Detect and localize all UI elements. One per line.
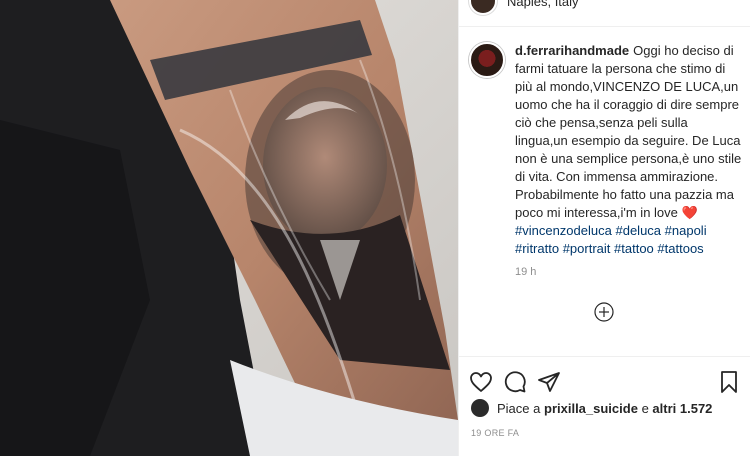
caption-username[interactable]: d.ferrarihandmade — [515, 43, 629, 58]
hashtag-link[interactable]: #portrait — [563, 241, 611, 256]
post-sidebar: Naples, Italy d.ferrarihandmade Oggi ho d… — [458, 0, 750, 456]
caption-timestamp: 19 h — [515, 266, 537, 278]
liker-avatar[interactable] — [471, 399, 489, 417]
post-date: 19 ORE FA — [471, 428, 520, 438]
location-link[interactable]: Naples, Italy — [507, 0, 579, 9]
likes-prefix: Piace a — [497, 400, 541, 416]
likes-joiner: e — [641, 400, 649, 416]
tattoo-photo-illustration — [0, 0, 458, 456]
caption-body: Oggi ho deciso di farmi tatuare la perso… — [515, 43, 742, 220]
likes-summary: Piace a prixilla_suicide e altri 1.572 — [471, 399, 712, 417]
hashtag-link[interactable]: #vincenzodeluca — [515, 223, 612, 238]
hashtag-link[interactable]: #tattoos — [657, 241, 703, 256]
action-bar — [469, 370, 741, 394]
caption-avatar[interactable] — [469, 42, 505, 78]
post-photo[interactable] — [0, 0, 458, 456]
hashtag-link[interactable]: #ritratto — [515, 241, 559, 256]
post-header: Naples, Italy — [469, 0, 579, 15]
heart-icon[interactable] — [469, 370, 493, 394]
likes-others-link[interactable]: altri 1.572 — [652, 401, 712, 416]
hashtag-list: #vincenzodeluca #deluca #napoli #ritratt… — [515, 222, 744, 258]
hashtag-link[interactable]: #deluca — [615, 223, 661, 238]
author-avatar[interactable] — [469, 0, 497, 15]
hashtag-link[interactable]: #tattoo — [614, 241, 654, 256]
caption-block: d.ferrarihandmade Oggi ho deciso di farmi… — [469, 42, 744, 258]
divider — [459, 26, 750, 27]
comment-bubble-icon[interactable] — [503, 370, 527, 394]
heart-emoji: ❤️ — [681, 205, 698, 220]
bookmark-icon[interactable] — [717, 370, 741, 394]
caption-text: d.ferrarihandmade Oggi ho deciso di farmi… — [515, 42, 744, 258]
liked-by-username[interactable]: prixilla_suicide — [544, 401, 638, 416]
hashtag-link[interactable]: #napoli — [665, 223, 707, 238]
divider — [459, 356, 750, 357]
paper-plane-icon[interactable] — [537, 370, 561, 394]
plus-circle-icon[interactable] — [594, 302, 614, 322]
